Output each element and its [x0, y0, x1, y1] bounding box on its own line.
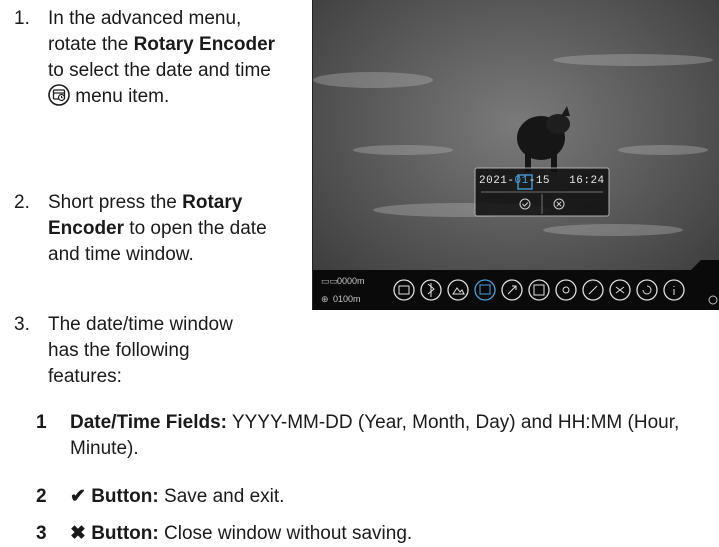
- step-number: 1.: [14, 8, 30, 29]
- date-prefix: 2021-: [479, 175, 515, 187]
- device-screen: ▭▭ ⊕ 2021-01-15 16:24 0000m 0100m: [312, 0, 719, 310]
- date-suffix: -15: [528, 175, 551, 187]
- rotary-encoder-label: Rotary Encoder: [133, 34, 276, 55]
- distance-bottom: 0100m: [333, 294, 361, 304]
- feature-item: 2 ✔ Button: Save and exit.: [36, 486, 285, 507]
- distance-top: 0000m: [337, 276, 365, 286]
- svg-text:⊕: ⊕: [321, 294, 329, 304]
- svg-text:▭▭: ▭▭: [321, 276, 338, 286]
- datetime-fields[interactable]: 2021-01-15 16:24: [479, 175, 605, 187]
- month-field[interactable]: 01: [515, 175, 529, 187]
- step-number: 3.: [14, 314, 30, 335]
- time-field[interactable]: 16:24: [569, 175, 605, 187]
- step-text: The date/time window has the following f…: [48, 314, 233, 387]
- feature-item: 3 ✖ Button: Close window without saving.: [36, 523, 413, 544]
- feature-item: 1 Date/Time Fields: YYYY-MM-DD (Year, Mo…: [36, 412, 680, 459]
- step-number: 2.: [14, 192, 30, 213]
- step-text: In the advanced menu, rotate the Rotary …: [48, 6, 288, 114]
- datetime-icon: [48, 84, 70, 114]
- step-text: Short press the Rotary Encoder to open t…: [48, 192, 267, 265]
